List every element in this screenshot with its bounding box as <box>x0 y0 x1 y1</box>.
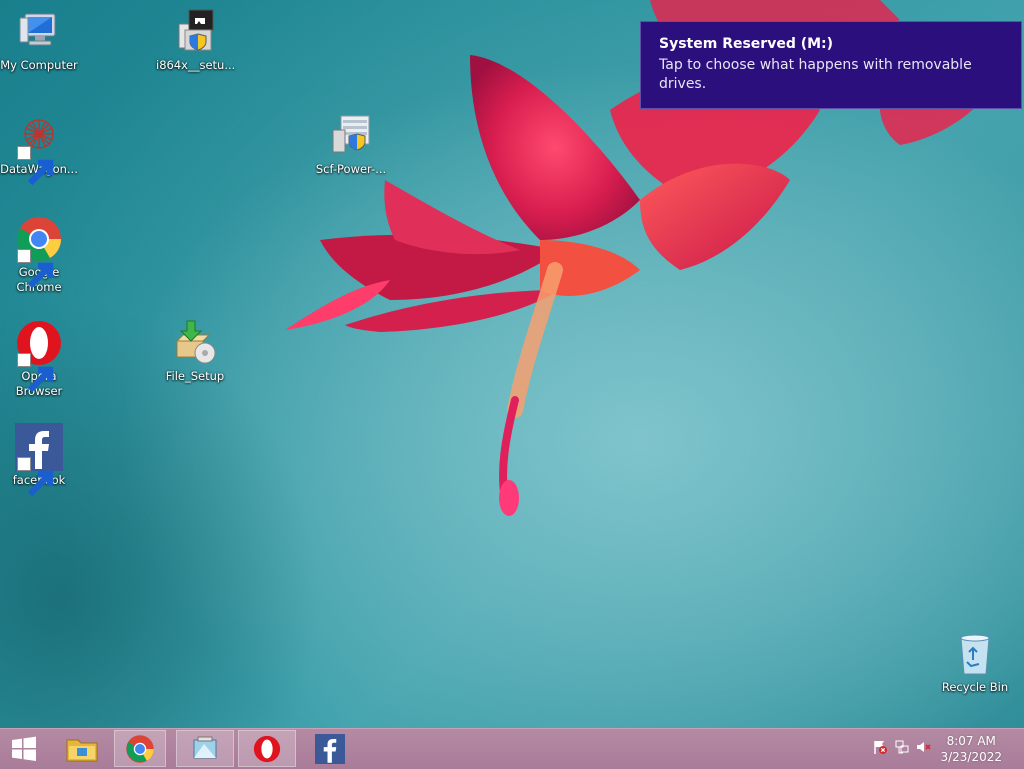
opera-icon <box>15 319 63 393</box>
shortcut-arrow-icon <box>17 249 54 289</box>
facebook-icon <box>315 733 345 764</box>
desktop-icon-scf-power[interactable]: Scf-Power-... <box>312 112 390 177</box>
taskbar: 8:07 AM 3/23/2022 <box>0 728 1024 769</box>
clock-time: 8:07 AM <box>946 734 996 748</box>
flower-wallpaper-image <box>285 0 990 516</box>
taskbar-app[interactable] <box>176 730 234 767</box>
chrome-icon <box>126 734 154 763</box>
app-icon <box>193 736 217 758</box>
desktop-icon-opera-browser[interactable]: Opera Browser <box>0 319 78 399</box>
notification-message: Tap to choose what happens with removabl… <box>659 57 972 92</box>
notification-title: System Reserved (M:) <box>659 36 834 52</box>
desktop-icon-datawagon[interactable]: DataWagon... <box>0 112 78 186</box>
opera-icon <box>253 735 281 762</box>
chrome-icon <box>15 215 63 289</box>
desktop-icon-label: My Computer <box>0 58 78 72</box>
datawagon-icon <box>15 112 63 186</box>
shortcut-arrow-icon <box>17 457 54 497</box>
desktop-icon-label: Recycle Bin <box>941 680 1009 694</box>
clock-date: 3/23/2022 <box>940 750 1002 764</box>
desktop-icon-label: i864x__setu... <box>156 58 236 72</box>
desktop-icon-label: Scf-Power-... <box>315 162 387 176</box>
desktop-icon-facebook[interactable]: facebook <box>0 423 78 497</box>
facebook-icon <box>15 423 63 497</box>
desktop-icon-my-computer[interactable]: My Computer <box>0 8 78 73</box>
desktop-icon-recycle-bin[interactable]: Recycle Bin <box>936 630 1014 695</box>
desktop-icon-google-chrome[interactable]: Google Chrome <box>0 215 78 295</box>
start-icon <box>12 736 36 761</box>
desktop-icon-i864x-setup[interactable]: i864x__setu... <box>156 8 236 73</box>
system-tray <box>872 729 938 769</box>
scf-power-icon <box>327 112 375 160</box>
taskbar-clock[interactable]: 8:07 AM 3/23/2022 <box>940 733 1002 765</box>
network-icon[interactable] <box>894 739 916 759</box>
taskbar-chrome[interactable] <box>114 730 166 767</box>
taskbar-facebook[interactable] <box>304 730 356 767</box>
action-center-flag-icon[interactable] <box>872 739 894 759</box>
recycle-bin-icon <box>951 630 999 678</box>
volume-muted-icon[interactable] <box>916 739 938 759</box>
shortcut-arrow-icon <box>17 146 54 186</box>
file-explorer-icon <box>66 739 98 761</box>
start-button[interactable] <box>0 730 48 767</box>
desktop-icon-label: File_Setup <box>165 369 225 383</box>
installer-icon <box>171 8 219 56</box>
file-setup-icon <box>171 319 219 367</box>
computer-icon <box>15 8 63 56</box>
removable-drive-notification[interactable]: System Reserved (M:) Tap to choose what … <box>640 21 1022 109</box>
taskbar-file-explorer[interactable] <box>56 730 108 767</box>
shortcut-arrow-icon <box>17 353 54 393</box>
desktop-icon-file-setup[interactable]: File_Setup <box>156 319 234 384</box>
taskbar-opera[interactable] <box>238 730 296 767</box>
